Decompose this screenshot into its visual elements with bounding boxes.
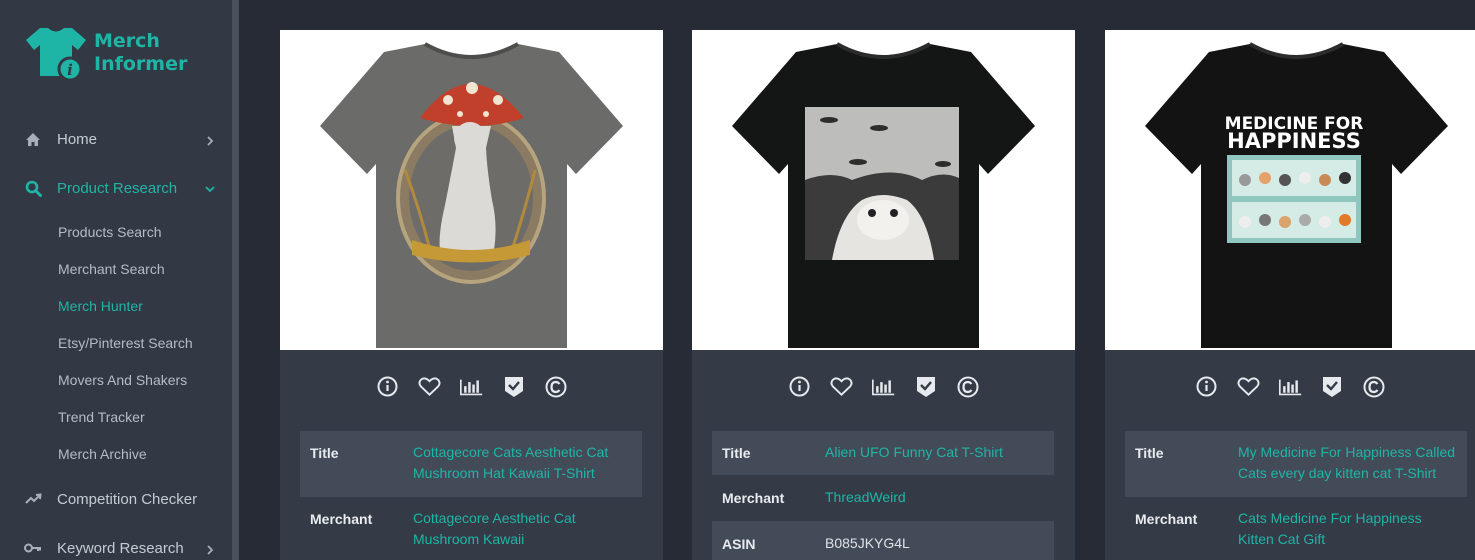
- sidebar-item-product-research[interactable]: Product Research: [0, 168, 232, 208]
- heart-icon[interactable]: [1236, 375, 1260, 398]
- sidebar-item-competition-checker[interactable]: Competition Checker: [0, 479, 232, 519]
- badge-check-icon[interactable]: [502, 375, 525, 398]
- product-actions: [692, 375, 1075, 403]
- merchant-row: Merchant ThreadWeird: [712, 475, 1054, 521]
- product-actions: [1105, 375, 1475, 403]
- home-icon: [24, 130, 42, 148]
- sidebar-subitem-movers-and-shakers[interactable]: Movers And Shakers: [58, 372, 187, 388]
- sidebar-item-home[interactable]: Home: [0, 119, 232, 159]
- merchant-label: Merchant: [310, 511, 373, 527]
- graphic-text-line2: HAPPINESS: [1227, 129, 1361, 153]
- svg-text:i: i: [67, 61, 73, 79]
- asin-label: ASIN: [722, 536, 756, 552]
- asin-value: B085JKYG4L: [825, 535, 910, 551]
- sidebar-item-label: Product Research: [57, 179, 178, 197]
- key-icon: [24, 539, 42, 557]
- product-image[interactable]: [692, 30, 1075, 350]
- title-label: Title: [310, 445, 339, 461]
- sidebar-item-label: Keyword Research: [57, 539, 184, 557]
- title-row: Title Alien UFO Funny Cat T-Shirt: [712, 431, 1054, 475]
- copyright-icon[interactable]: [544, 375, 567, 398]
- product-title-link[interactable]: My Medicine For Happiness Called Cats ev…: [1238, 442, 1464, 484]
- merchant-link[interactable]: ThreadWeird: [825, 487, 1050, 508]
- search-icon: [24, 179, 42, 197]
- sidebar-item-label: Competition Checker: [57, 490, 198, 508]
- merchant-link[interactable]: Cats Medicine For Happiness Kitten Cat G…: [1238, 508, 1438, 550]
- title-row: Title Cottagecore Cats Aesthetic Cat Mus…: [300, 431, 642, 497]
- product-card: MEDICINE FOR HAPPINESS Title My Medicine…: [1105, 30, 1475, 560]
- title-label: Title: [722, 445, 751, 461]
- brand-line1: Merch: [94, 30, 160, 52]
- sidebar-subitem-merch-hunter[interactable]: Merch Hunter: [58, 298, 143, 314]
- heart-icon[interactable]: [830, 375, 853, 398]
- merchant-row: Merchant Cottagecore Aesthetic Cat Mushr…: [300, 497, 642, 560]
- sidebar-subitem-trend-tracker[interactable]: Trend Tracker: [58, 409, 145, 425]
- chevron-down-icon: [205, 186, 215, 193]
- copyright-icon[interactable]: [956, 375, 979, 398]
- product-actions: [280, 375, 663, 403]
- brand-logo[interactable]: i Merch Informer: [26, 26, 206, 84]
- product-image[interactable]: MEDICINE FOR HAPPINESS: [1105, 30, 1475, 350]
- product-title-link[interactable]: Alien UFO Funny Cat T-Shirt: [825, 442, 1050, 463]
- bar-chart-icon[interactable]: [460, 375, 483, 398]
- merchant-row: Merchant Cats Medicine For Happiness Kit…: [1125, 497, 1467, 560]
- bar-chart-icon[interactable]: [1278, 375, 1302, 398]
- title-label: Title: [1135, 445, 1164, 461]
- sidebar-item-label: Home: [57, 130, 98, 148]
- brand-line2: Informer: [94, 53, 188, 75]
- product-card: Title Alien UFO Funny Cat T-Shirt Mercha…: [692, 30, 1075, 560]
- heart-icon[interactable]: [418, 375, 441, 398]
- asin-row: ASIN B085JKYG4L: [712, 521, 1054, 560]
- sidebar-scrollbar[interactable]: [232, 0, 239, 560]
- chevron-right-icon: [207, 136, 214, 146]
- badge-check-icon[interactable]: [1321, 375, 1344, 398]
- brand-name: Merch Informer: [94, 30, 187, 76]
- info-icon[interactable]: [1195, 375, 1218, 398]
- chevron-right-icon: [207, 545, 214, 555]
- info-icon[interactable]: [788, 375, 811, 398]
- info-icon[interactable]: [376, 375, 399, 398]
- sidebar-item-keyword-research[interactable]: Keyword Research: [0, 528, 232, 560]
- merchant-label: Merchant: [1135, 511, 1198, 527]
- sidebar-subitem-merchant-search[interactable]: Merchant Search: [58, 261, 165, 277]
- tshirt-logo-icon: i: [26, 28, 86, 82]
- product-card: Title Cottagecore Cats Aesthetic Cat Mus…: [280, 30, 663, 560]
- title-row: Title My Medicine For Happiness Called C…: [1125, 431, 1467, 497]
- badge-check-icon[interactable]: [914, 375, 937, 398]
- product-title-link[interactable]: Cottagecore Cats Aesthetic Cat Mushroom …: [413, 442, 638, 484]
- bar-chart-icon[interactable]: [872, 375, 895, 398]
- sidebar: i Merch Informer Home Product Research P…: [0, 0, 232, 560]
- merchant-label: Merchant: [722, 490, 785, 506]
- trend-icon: [24, 490, 42, 508]
- product-image[interactable]: [280, 30, 663, 350]
- merchant-link[interactable]: Cottagecore Aesthetic Cat Mushroom Kawai…: [413, 508, 638, 550]
- sidebar-subitem-products-search[interactable]: Products Search: [58, 224, 162, 240]
- sidebar-subitem-merch-archive[interactable]: Merch Archive: [58, 446, 147, 462]
- sidebar-subitem-etsy-pinterest-search[interactable]: Etsy/Pinterest Search: [58, 335, 193, 351]
- copyright-icon[interactable]: [1363, 375, 1386, 398]
